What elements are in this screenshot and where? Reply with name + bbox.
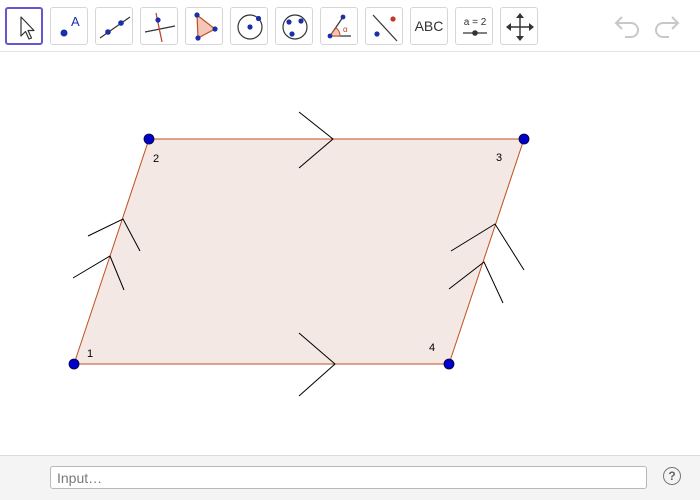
angle-icon: α: [327, 14, 351, 39]
angle-tool-button[interactable]: α: [320, 7, 358, 45]
help-icon[interactable]: ?: [663, 467, 681, 485]
algebra-input-field[interactable]: [50, 466, 647, 489]
point-label: 3: [496, 152, 502, 164]
point-label: 4: [429, 342, 435, 354]
parallelogram-polygon[interactable]: [73, 138, 525, 365]
slider-icon: a = 2: [463, 17, 487, 36]
point-icon: A: [60, 14, 80, 37]
line-icon: [99, 16, 131, 39]
circle-through-points-icon: [282, 14, 308, 40]
move-graphics-view-icon: [506, 13, 534, 41]
polygon-tool-button[interactable]: [185, 7, 223, 45]
cursor-arrow-icon: [20, 16, 35, 40]
toolbar: A α ABC a = 2: [0, 0, 700, 52]
point-tool-button[interactable]: A: [50, 7, 88, 45]
move-tool-button[interactable]: [5, 7, 43, 45]
input-bar: [0, 455, 700, 500]
move-view-tool-button[interactable]: [500, 7, 538, 45]
reflect-tool-button[interactable]: [365, 7, 403, 45]
point-label: 2: [153, 153, 159, 165]
redo-icon: [655, 16, 680, 38]
graphics-view[interactable]: 1 2 3 4: [0, 52, 700, 455]
ellipse-tool-button[interactable]: [275, 7, 313, 45]
line-tool-button[interactable]: [95, 7, 133, 45]
text-tool-button[interactable]: ABC: [410, 7, 448, 45]
point-label: 1: [87, 348, 93, 360]
graphics-canvas[interactable]: 1 2 3 4: [0, 52, 700, 455]
circle-tool-button[interactable]: [230, 7, 268, 45]
reflect-about-line-icon: [372, 14, 398, 42]
point-icon-glyph: A: [71, 14, 80, 29]
slider-icon-label: a = 2: [464, 17, 487, 28]
circle-with-center-icon: [237, 14, 263, 40]
undo-icon: [614, 16, 639, 38]
polygon-icon: [194, 12, 218, 41]
perpendicular-tool-button[interactable]: [140, 7, 178, 45]
text-icon: ABC: [414, 18, 444, 34]
angle-icon-glyph: α: [343, 25, 348, 34]
slider-tool-button[interactable]: a = 2: [455, 7, 493, 45]
perpendicular-line-icon: [144, 12, 176, 43]
